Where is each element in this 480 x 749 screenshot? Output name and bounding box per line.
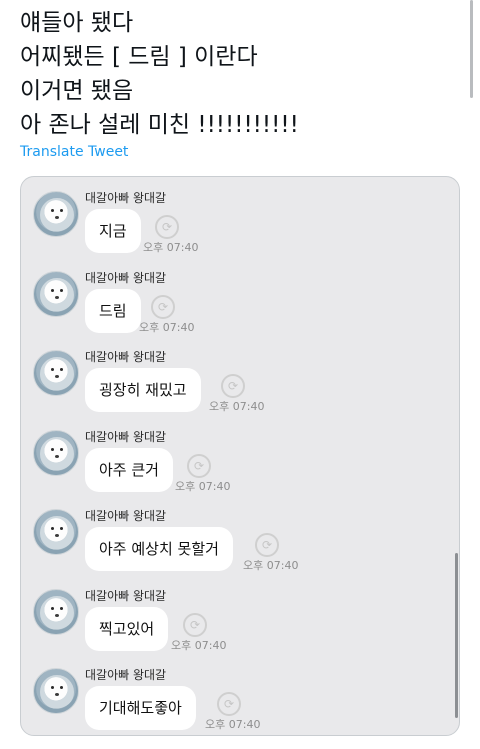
sender-name: 대갈아빠 왕대갈 <box>85 271 167 285</box>
refresh-icon: ⟳ <box>217 692 241 716</box>
sender-name: 대갈아빠 왕대갈 <box>85 589 167 603</box>
message-timestamp: 오후 07:40 <box>175 480 231 493</box>
page-scrollbar[interactable] <box>470 0 473 98</box>
tweet-line: 아 존나 설레 미친 !!!!!!!!!!! <box>20 112 299 138</box>
avatar[interactable] <box>33 271 79 317</box>
message-bubble[interactable]: 아주 큰거 <box>85 448 173 492</box>
sender-name: 대갈아빠 왕대갈 <box>85 509 167 523</box>
chat-scrollbar[interactable] <box>455 553 458 718</box>
message-timestamp: 오후 07:40 <box>243 559 299 572</box>
refresh-icon: ⟳ <box>221 374 245 398</box>
message-timestamp: 오후 07:40 <box>205 718 261 731</box>
message-timestamp: 오후 07:40 <box>139 321 195 334</box>
chat-message: 대갈아빠 왕대갈지금 ⟳ 오후 07:40 <box>21 181 459 256</box>
avatar[interactable] <box>33 509 79 555</box>
message-timestamp: 오후 07:40 <box>171 639 227 652</box>
message-bubble[interactable]: 아주 예상치 못할거 <box>85 527 233 571</box>
refresh-icon: ⟳ <box>151 295 175 319</box>
chat-message: 대갈아빠 왕대갈찍고있어 ⟳ 오후 07:40 <box>21 579 459 654</box>
chat-message: 대갈아빠 왕대갈굉장히 재밌고 ⟳ 오후 07:40 <box>21 340 459 415</box>
tweet-line: 얘들아 됐다 <box>20 10 134 36</box>
tweet-text: 얘들아 됐다 어찌됐든 [ 드림 ] 이란다 이거면 됐음 아 존나 설레 미친… <box>20 6 440 142</box>
message-timestamp: 오후 07:40 <box>209 400 265 413</box>
chat-message: 대갈아빠 왕대갈아주 예상치 못할거 ⟳ 오후 07:40 <box>21 499 459 574</box>
refresh-icon: ⟳ <box>155 215 179 239</box>
message-timestamp: 오후 07:40 <box>143 241 199 254</box>
message-bubble[interactable]: 찍고있어 <box>85 607 169 651</box>
message-bubble[interactable]: 기대해도좋아 <box>85 686 196 730</box>
message-bubble[interactable]: 굉장히 재밌고 <box>85 368 201 412</box>
chat-message: 대갈아빠 왕대갈드림 ⟳ 오후 07:40 <box>21 261 459 336</box>
message-bubble[interactable]: 지금 <box>85 209 141 253</box>
sender-name: 대갈아빠 왕대갈 <box>85 350 167 364</box>
sender-name: 대갈아빠 왕대갈 <box>85 191 167 205</box>
refresh-icon: ⟳ <box>255 533 279 557</box>
chat-message: 대갈아빠 왕대갈아주 큰거 ⟳ 오후 07:40 <box>21 420 459 495</box>
avatar[interactable] <box>33 350 79 396</box>
refresh-icon: ⟳ <box>187 454 211 478</box>
translate-tweet-link[interactable]: Translate Tweet <box>20 144 128 160</box>
avatar[interactable] <box>33 430 79 476</box>
message-bubble[interactable]: 드림 <box>85 289 141 333</box>
chat-message: 대갈아빠 왕대갈기대해도좋아 ⟳ 오후 07:40 <box>21 658 459 733</box>
chat-screenshot-card: 대갈아빠 왕대갈 지금 ⟳ 오후 07:40 대갈아빠 왕대갈 드림 ⟳ 오후 07:40 대갈… <box>20 176 460 736</box>
avatar[interactable] <box>33 668 79 714</box>
tweet-line: 이거면 됐음 <box>20 78 134 104</box>
sender-name: 대갈아빠 왕대갈 <box>85 668 167 682</box>
avatar[interactable] <box>33 191 79 237</box>
refresh-icon: ⟳ <box>183 613 207 637</box>
tweet-line: 어찌됐든 [ 드림 ] 이란다 <box>20 44 258 70</box>
sender-name: 대갈아빠 왕대갈 <box>85 430 167 444</box>
avatar[interactable] <box>33 589 79 635</box>
